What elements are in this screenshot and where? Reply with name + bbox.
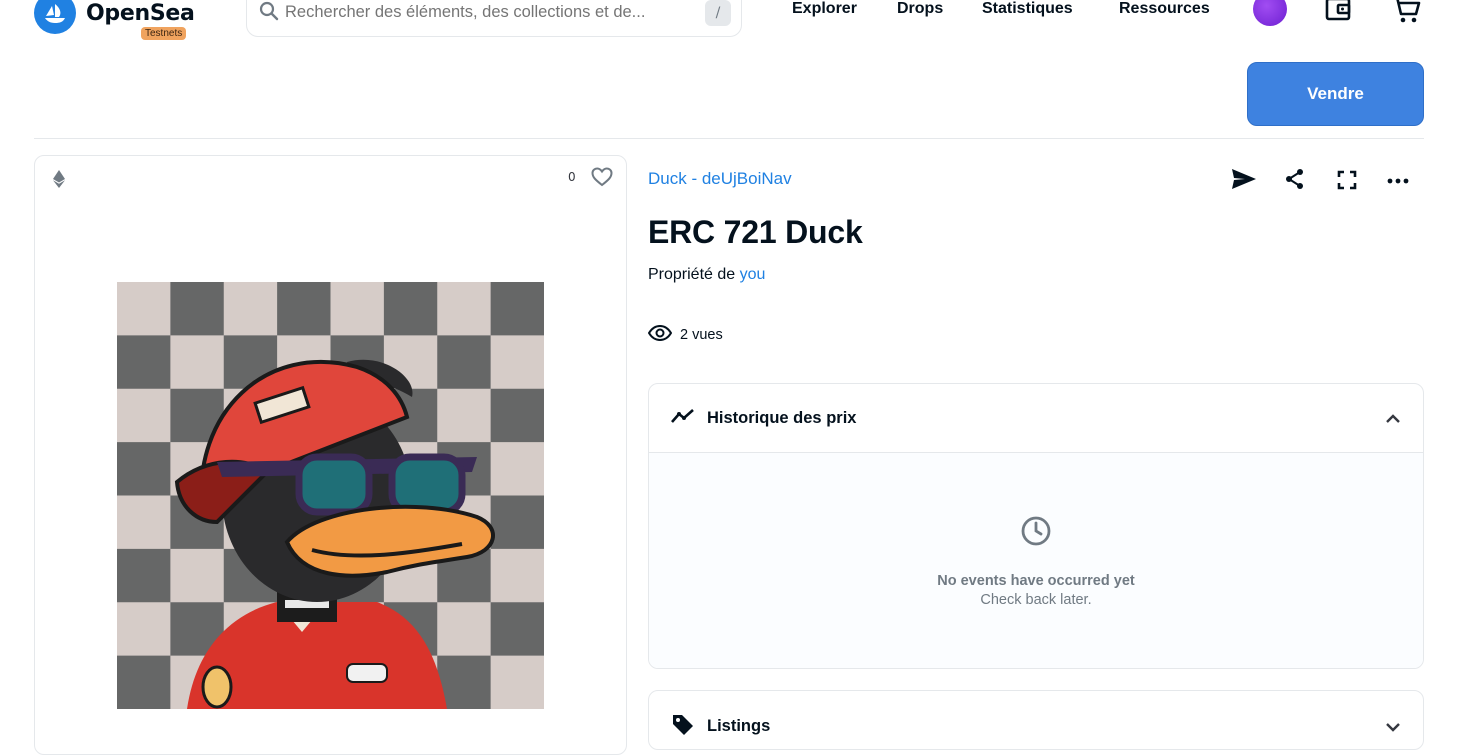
search-input[interactable] xyxy=(285,3,705,22)
favorite-count: 0 xyxy=(568,170,576,184)
eye-icon xyxy=(647,324,673,345)
nav-stats[interactable]: Statistiques xyxy=(982,0,1073,22)
tag-icon xyxy=(671,713,695,739)
brand-name: OpenSea xyxy=(86,0,195,26)
listings-header[interactable]: Listings xyxy=(649,691,1423,749)
empty-state-subtitle: Check back later. xyxy=(980,592,1092,608)
item-title: ERC 721 Duck xyxy=(648,214,863,250)
top-bar: OpenSea Testnets / Explorer Drops Statis… xyxy=(0,0,1458,48)
cart-icon[interactable] xyxy=(1391,0,1423,30)
chevron-up-icon[interactable] xyxy=(1385,409,1401,428)
nft-image[interactable] xyxy=(117,282,544,709)
sell-button[interactable]: Vendre xyxy=(1247,62,1424,126)
wallet-icon[interactable] xyxy=(1324,0,1354,28)
nav-drops[interactable]: Drops xyxy=(897,0,943,22)
listings-panel: Listings xyxy=(648,690,1424,750)
fullscreen-icon[interactable] xyxy=(1337,170,1357,194)
nav-resources[interactable]: Ressources xyxy=(1119,0,1210,22)
chevron-down-icon[interactable] xyxy=(1385,717,1401,736)
more-options-icon[interactable] xyxy=(1386,173,1410,192)
nav-explore[interactable]: Explorer xyxy=(792,0,857,22)
header-divider xyxy=(34,138,1424,139)
price-history-header[interactable]: Historique des prix xyxy=(649,384,1423,453)
clock-icon xyxy=(1020,515,1052,551)
owner-prefix: Propriété de xyxy=(648,266,736,283)
owner-link[interactable]: you xyxy=(740,266,766,283)
search-box[interactable]: / xyxy=(246,0,742,37)
empty-state-title: No events have occurred yet xyxy=(937,573,1135,589)
price-history-title: Historique des prix xyxy=(707,408,857,427)
opensea-logo-icon xyxy=(34,0,76,34)
search-shortcut-key: / xyxy=(705,0,731,26)
testnets-badge: Testnets xyxy=(141,27,187,40)
owner-line: Propriété de you xyxy=(648,266,765,284)
send-icon[interactable] xyxy=(1231,168,1257,194)
search-icon xyxy=(259,1,279,25)
listings-title: Listings xyxy=(707,716,771,735)
heart-icon[interactable] xyxy=(591,167,613,191)
views-count: 2 vues xyxy=(647,324,723,345)
trending-icon xyxy=(671,408,695,428)
price-history-empty-state: No events have occurred yet Check back l… xyxy=(649,453,1423,668)
price-history-panel: Historique des prix No events have occur… xyxy=(648,383,1424,669)
share-icon[interactable] xyxy=(1284,168,1306,194)
collection-link[interactable]: Duck - deUjBoiNav xyxy=(648,169,792,189)
views-label: 2 vues xyxy=(680,327,723,343)
ethereum-icon xyxy=(52,170,66,192)
profile-avatar[interactable] xyxy=(1253,0,1287,26)
